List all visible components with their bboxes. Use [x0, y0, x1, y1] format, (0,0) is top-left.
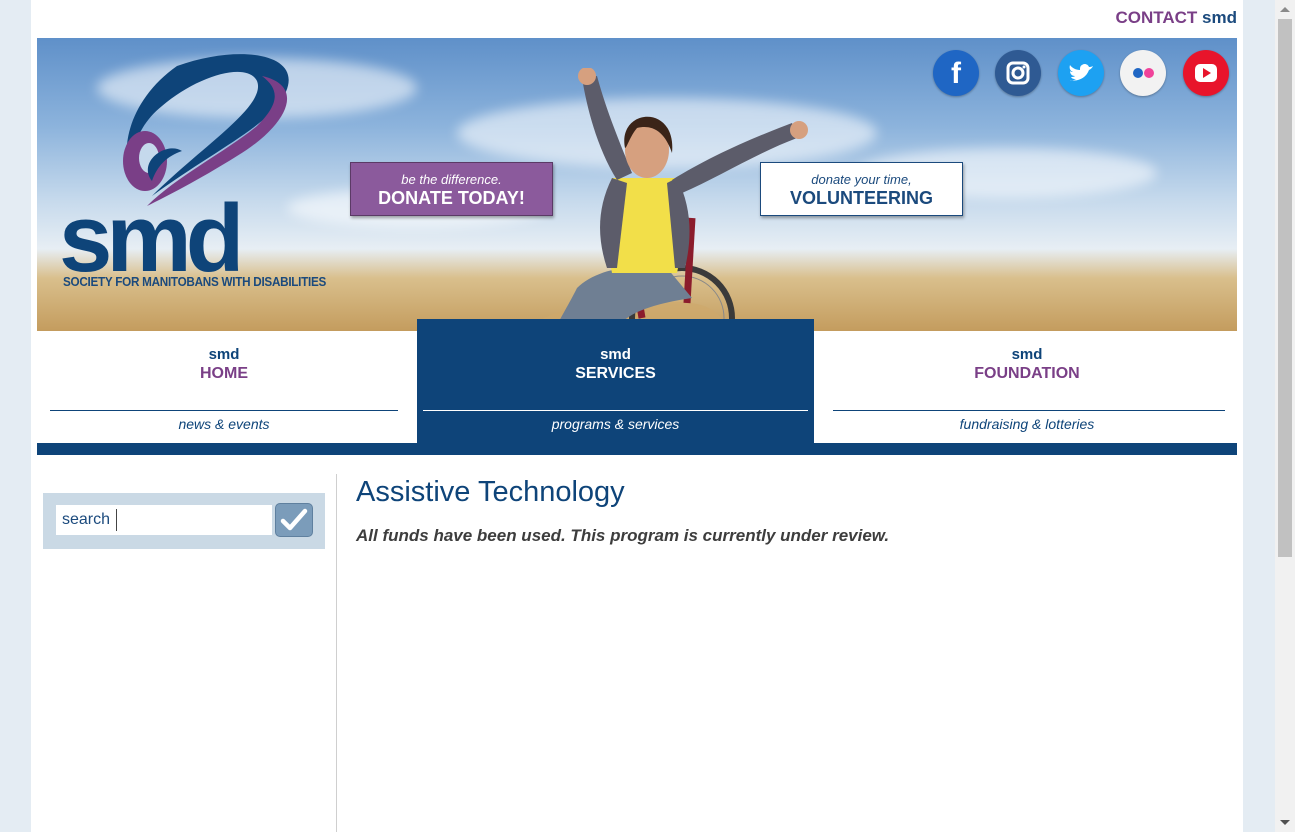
nav-bottom-bar — [37, 443, 1237, 455]
checkmark-icon — [280, 508, 308, 531]
youtube-icon[interactable] — [1183, 50, 1229, 96]
text-caret — [116, 509, 118, 531]
search-field[interactable]: search — [56, 505, 272, 535]
search-label: search — [62, 511, 111, 528]
volunteering-button[interactable]: donate your time, VOLUNTEERING — [760, 162, 963, 216]
hero-banner: smd SOCIETY FOR MANITOBANS WITH DISABILI… — [37, 38, 1237, 331]
instagram-icon[interactable] — [995, 50, 1041, 96]
contact-link[interactable]: CONTACT smd — [1115, 8, 1237, 28]
nav-foundation-label: FOUNDATION — [974, 365, 1080, 382]
search-submit-button[interactable] — [275, 503, 313, 537]
nav-home-divider — [50, 410, 398, 411]
nav-services-label: SERVICES — [575, 365, 656, 382]
nav-foundation-divider — [833, 410, 1225, 411]
vertical-scrollbar[interactable] — [1275, 0, 1295, 832]
scroll-thumb[interactable] — [1278, 19, 1292, 557]
search-input[interactable] — [119, 511, 270, 529]
volunteer-small-text: donate your time, — [811, 172, 912, 187]
content-divider — [336, 474, 337, 832]
nav-foundation-brand: smd — [1011, 346, 1043, 363]
program-status-note: All funds have been used. This program i… — [356, 526, 890, 545]
nav-home-sub: news & events — [178, 416, 270, 432]
twitter-icon[interactable] — [1058, 50, 1104, 96]
contact-brand: smd — [1202, 8, 1237, 27]
svg-text:f: f — [951, 57, 962, 90]
nav-services-divider — [423, 410, 808, 411]
nav-item-foundation[interactable]: smd FOUNDATION fundraising & lotteries — [827, 319, 1227, 443]
nav-home-label: HOME — [200, 365, 248, 382]
logo-tagline: SOCIETY FOR MANITOBANS WITH DISABILITIES — [63, 274, 327, 289]
flickr-icon[interactable] — [1120, 50, 1166, 96]
nav-item-home[interactable]: smd HOME news & events — [37, 319, 411, 443]
nav-home-brand: smd — [208, 346, 240, 363]
facebook-icon[interactable]: f — [933, 50, 979, 96]
nav-foundation-sub: fundraising & lotteries — [959, 416, 1095, 432]
scroll-up-arrow[interactable] — [1280, 7, 1290, 12]
scroll-down-arrow[interactable] — [1280, 820, 1290, 825]
page-title: Assistive Technology — [356, 476, 625, 508]
nav-item-services[interactable]: smd SERVICES programs & services — [417, 319, 814, 443]
main-navigation: smd HOME news & events smd SERVICES prog… — [37, 319, 1237, 455]
volunteer-big-text: VOLUNTEERING — [789, 188, 933, 208]
contact-word: CONTACT — [1115, 8, 1198, 27]
page: CONTACT smd smd SOCIETY FOR MANITOBANS W… — [31, 0, 1243, 832]
search-panel: search — [43, 493, 325, 549]
nav-services-brand: smd — [600, 346, 631, 363]
nav-services-sub: programs & services — [551, 416, 680, 432]
